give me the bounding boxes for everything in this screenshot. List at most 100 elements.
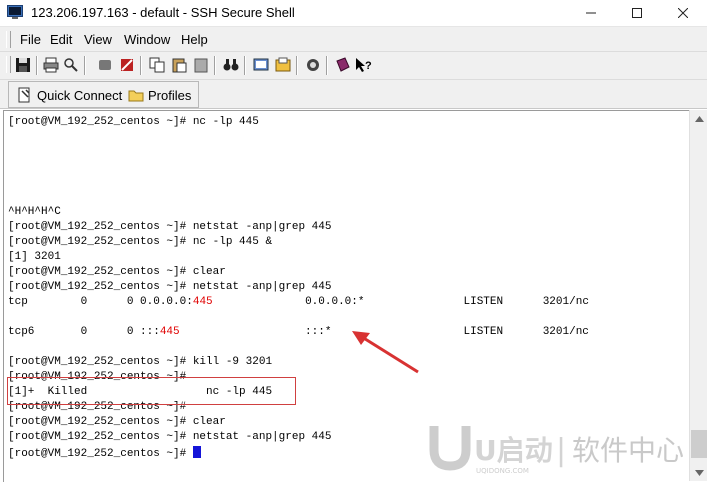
folder-icon — [128, 90, 144, 102]
menu-bar: File Edit View Window Help — [0, 27, 707, 52]
save-icon — [16, 58, 30, 72]
print-button[interactable] — [42, 56, 60, 74]
paste-button[interactable] — [170, 56, 188, 74]
paste-icon — [172, 58, 187, 73]
toolbar-separator — [36, 56, 38, 75]
find-icon — [64, 58, 78, 72]
terminal-line-text: [root@VM_192_252_centos ~]# netstat -anp… — [8, 281, 332, 293]
key-button[interactable] — [304, 56, 322, 74]
close-icon — [678, 8, 688, 18]
save-button[interactable] — [14, 56, 32, 74]
window-title: 123.206.197.163 - default - SSH Secure S… — [31, 5, 295, 20]
help-book-icon — [336, 57, 350, 72]
menu-grip[interactable] — [6, 31, 11, 48]
whats-this-icon: ? — [356, 58, 372, 72]
terminal-line-text: ^H^H^H^C — [8, 206, 61, 218]
key-icon — [307, 59, 319, 71]
terminal-line: [1] 3201 — [8, 251, 61, 263]
toolbar-separator — [244, 56, 246, 75]
profiles-button[interactable]: Profiles — [128, 86, 191, 104]
terminal-line: [root@VM_192_252_centos ~]# netstat -anp… — [8, 431, 331, 443]
terminal-line: [root@VM_192_252_centos ~]# nc -lp 445 — [8, 116, 259, 128]
profile-bar: Quick Connect Profiles — [0, 80, 707, 109]
svg-text:UQIDONG.COM: UQIDONG.COM — [476, 467, 529, 475]
terminal-line-text: [root@VM_192_252_centos ~]# kill -9 3201 — [8, 356, 273, 368]
minimize-icon — [586, 12, 596, 14]
menu-view[interactable]: View — [84, 32, 112, 47]
settings-button[interactable] — [118, 56, 136, 74]
terminal-line-text: [root@VM_192_252_centos ~]# netstat -anp… — [8, 431, 332, 443]
minimize-button[interactable] — [568, 0, 614, 26]
port-highlight: 445 — [159, 326, 180, 338]
watermark-logo: U启动 | 软件中心 UQIDONG.COM — [424, 420, 700, 476]
terminal-line-text: tcp 0 0 0.0.0.0: — [8, 296, 193, 308]
chevron-up-icon — [694, 115, 704, 122]
print-icon — [43, 57, 59, 73]
svg-text:|: | — [556, 433, 566, 468]
paste-alt-icon — [194, 58, 208, 73]
terminal-cursor — [192, 446, 201, 458]
terminal-line-text: [root@VM_192_252_centos ~]# nc -lp 445 & — [8, 236, 273, 248]
copy-icon — [149, 57, 165, 73]
terminal-line: [root@VM_192_252_centos ~]# nc -lp 445 & — [8, 236, 272, 248]
paste-alt-button[interactable] — [192, 56, 210, 74]
help-book-button[interactable] — [334, 56, 352, 74]
terminal-line-text: [root@VM_192_252_centos ~]# nc -lp 445 — [8, 116, 259, 128]
quick-connect-icon — [18, 87, 30, 103]
find-button[interactable] — [62, 56, 80, 74]
new-terminal-button[interactable] — [252, 56, 270, 74]
toolbar-separator — [296, 56, 298, 75]
maximize-icon — [632, 8, 642, 18]
terminal-line: [root@VM_192_252_centos ~]# netstat -anp… — [8, 281, 331, 293]
title-bar: 123.206.197.163 - default - SSH Secure S… — [0, 0, 707, 27]
toolbar: ? — [0, 52, 707, 80]
svg-text:?: ? — [365, 60, 372, 72]
profile-toolbar: Quick Connect Profiles — [8, 81, 199, 108]
scroll-up-button[interactable] — [690, 110, 707, 127]
new-terminal-icon — [253, 58, 269, 71]
ssh-app-icon — [7, 5, 23, 19]
port-highlight: 445 — [192, 296, 213, 308]
quick-connect-button[interactable]: Quick Connect — [17, 86, 122, 104]
terminal-line-text: [root@VM_192_252_centos ~]# clear — [8, 266, 226, 278]
uqidong-logo: U启动 | 软件中心 UQIDONG.COM — [429, 426, 684, 475]
menu-edit[interactable]: Edit — [50, 32, 72, 47]
new-file-transfer-icon — [275, 57, 291, 72]
svg-text:软件中心: 软件中心 — [572, 434, 684, 467]
terminal-line: tcp 0 0 0.0.0.0:445 0.0.0.0:* LISTEN 320… — [8, 296, 589, 308]
svg-text:U启动: U启动 — [474, 434, 553, 467]
binoculars-button[interactable] — [222, 56, 240, 74]
binoculars-icon — [223, 59, 239, 71]
terminal-line: [root@VM_192_252_centos ~]# netstat -anp… — [8, 221, 331, 233]
toolbar-separator — [326, 56, 328, 75]
new-file-transfer-button[interactable] — [274, 56, 292, 74]
disconnect-icon — [99, 60, 111, 70]
terminal-line: [root@VM_192_252_centos ~]# kill -9 3201 — [8, 356, 272, 368]
toolbar-separator — [84, 56, 86, 75]
maximize-button[interactable] — [614, 0, 660, 26]
terminal-line: ^H^H^H^C — [8, 206, 61, 218]
highlight-box — [7, 377, 296, 405]
terminal-line-text: [1] 3201 — [8, 251, 61, 263]
terminal-line: [root@VM_192_252_centos ~]# — [8, 446, 201, 460]
menu-help[interactable]: Help — [181, 32, 208, 47]
copy-button[interactable] — [148, 56, 166, 74]
menu-window[interactable]: Window — [124, 32, 170, 47]
terminal-line-text: [root@VM_192_252_centos ~]# — [8, 448, 193, 460]
terminal-line-text: 0.0.0.0:* LISTEN 3201/nc — [212, 296, 589, 308]
whats-this-button[interactable]: ? — [355, 56, 373, 74]
terminal-line-text: [root@VM_192_252_centos ~]# clear — [8, 416, 226, 428]
toolbar-grip[interactable] — [6, 56, 11, 73]
terminal-line: [root@VM_192_252_centos ~]# clear — [8, 266, 226, 278]
close-button[interactable] — [660, 0, 706, 26]
toolbar-separator — [214, 56, 216, 75]
terminal-line-text: tcp6 0 0 ::: — [8, 326, 160, 338]
profiles-label: Profiles — [148, 87, 192, 103]
annotation-arrow — [352, 331, 419, 374]
menu-file[interactable]: File — [20, 32, 41, 47]
toolbar-separator — [140, 56, 142, 75]
terminal-line-text: [root@VM_192_252_centos ~]# netstat -anp… — [8, 221, 332, 233]
terminal-line: [root@VM_192_252_centos ~]# clear — [8, 416, 226, 428]
disconnect-button[interactable] — [96, 56, 114, 74]
settings-icon — [121, 59, 133, 71]
